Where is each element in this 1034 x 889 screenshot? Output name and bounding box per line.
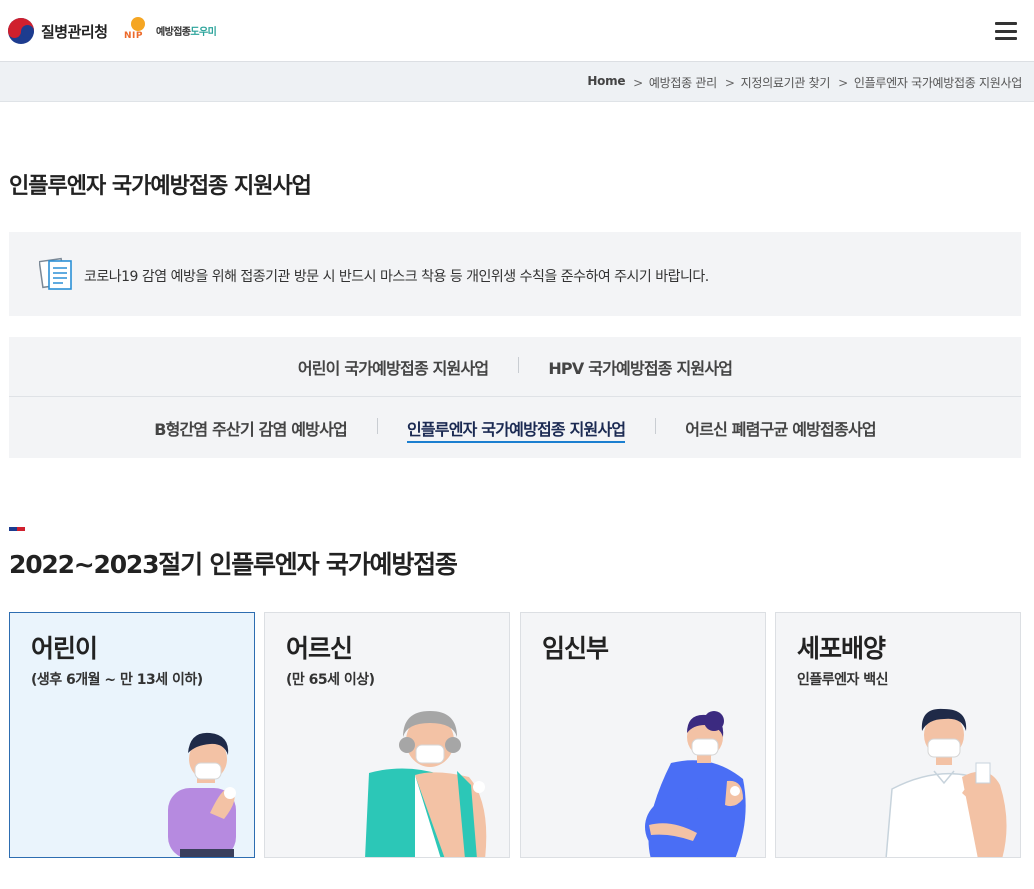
breadcrumb: Home 예방접종 관리 지정의료기관 찾기 인플루엔자 국가예방접종 지원사업	[0, 62, 1034, 102]
notice-text: 코로나19 감염 예방을 위해 접종기관 방문 시 반드시 마스크 착용 등 개…	[84, 269, 709, 285]
card-subtitle: 인플루엔자 백신	[797, 672, 889, 688]
tab-row: 어린이 국가예방접종 지원사업 HPV 국가예방접종 지원사업	[9, 337, 1021, 397]
tab-hepatitis-b[interactable]: B형간염 주산기 감염 예방사업	[124, 416, 377, 440]
page-title: 인플루엔자 국가예방접종 지원사업	[9, 174, 312, 199]
program-tabs: 어린이 국가예방접종 지원사업 HPV 국가예방접종 지원사업 B형간염 주산기…	[9, 337, 1021, 458]
kdca-logo[interactable]: 질병관리청	[8, 16, 108, 46]
card-title: 임신부	[542, 634, 609, 663]
card-title: 세포배양	[797, 634, 886, 663]
card-pregnant[interactable]: 임신부	[520, 612, 766, 858]
card-child[interactable]: 어린이 (생후 6개월 ~ 만 13세 이하)	[9, 612, 255, 858]
card-subtitle: (만 65세 이상)	[286, 672, 375, 688]
breadcrumb-item[interactable]: 지정의료기관 찾기	[725, 74, 831, 91]
site-header: 질병관리청 NIP 예방접종도우미	[0, 0, 1034, 62]
kdca-logo-text: 질병관리청	[41, 22, 108, 41]
card-elderly[interactable]: 어르신 (만 65세 이상)	[264, 612, 510, 858]
section-accent-bar	[9, 527, 25, 531]
notice-box: 코로나19 감염 예방을 위해 접종기관 방문 시 반드시 마스크 착용 등 개…	[9, 232, 1021, 316]
breadcrumb-home[interactable]: Home	[587, 74, 625, 91]
tab-influenza[interactable]: 인플루엔자 국가예방접종 지원사업	[376, 416, 655, 443]
tab-hpv-vaccination[interactable]: HPV 국가예방접종 지원사업	[518, 355, 762, 379]
nip-logo[interactable]: NIP 예방접종도우미	[124, 15, 217, 45]
card-cell-culture[interactable]: 세포배양 인플루엔자 백신	[775, 612, 1021, 858]
breadcrumb-item[interactable]: 예방접종 관리	[633, 74, 717, 91]
card-title: 어린이	[31, 634, 98, 663]
nip-logo-text: 예방접종도우미	[156, 26, 217, 38]
card-subtitle: (생후 6개월 ~ 만 13세 이하)	[31, 672, 203, 688]
breadcrumb-item-current[interactable]: 인플루엔자 국가예방접종 지원사업	[838, 74, 1022, 91]
taegeuk-icon	[8, 18, 34, 44]
document-icon	[39, 257, 72, 290]
card-title: 어르신	[286, 634, 353, 663]
tab-child-vaccination[interactable]: 어린이 국가예방접종 지원사업	[268, 355, 519, 379]
hamburger-menu-icon[interactable]	[995, 22, 1017, 40]
tab-row: B형간염 주산기 감염 예방사업 인플루엔자 국가예방접종 지원사업 어르신 폐…	[9, 398, 1021, 458]
tab-pneumococcal[interactable]: 어르신 폐렴구균 예방접종사업	[655, 416, 906, 440]
section-title: 2022~2023절기 인플루엔자 국가예방접종	[9, 550, 458, 579]
nip-sun-icon: NIP	[124, 16, 152, 44]
